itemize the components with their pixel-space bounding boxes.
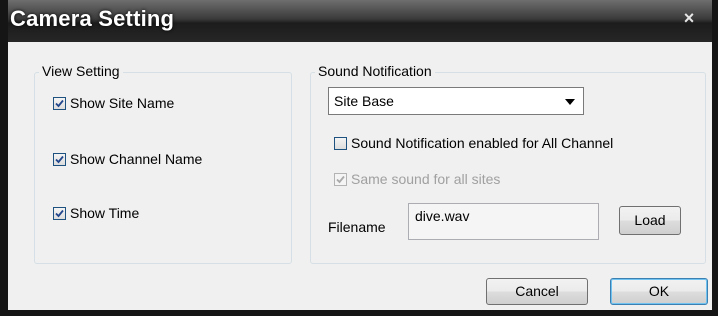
show-site-name-label: Show Site Name	[70, 95, 175, 111]
window-frame-bottom	[0, 310, 718, 316]
ok-button[interactable]: OK	[610, 278, 708, 305]
dialog-title: Camera Setting	[10, 6, 175, 31]
filename-field[interactable]: dive.wav	[408, 203, 599, 240]
filename-label: Filename	[328, 219, 386, 235]
show-channel-name-checkbox[interactable]	[53, 152, 66, 166]
all-channel-label: Sound Notification enabled for All Chann…	[351, 135, 614, 151]
chevron-down-icon[interactable]	[565, 99, 575, 105]
same-sound-option[interactable]: Same sound for all sites	[334, 171, 500, 187]
all-channel-checkbox[interactable]	[334, 136, 347, 150]
window-frame-left	[0, 0, 8, 316]
checkmark-icon	[55, 155, 64, 163]
notification-mode-select[interactable]: Site Base	[328, 87, 584, 115]
checkmark-icon	[55, 99, 64, 107]
cancel-button[interactable]: Cancel	[486, 278, 588, 305]
window-frame-right	[712, 0, 718, 316]
load-button[interactable]: Load	[619, 206, 681, 235]
show-time-option[interactable]: Show Time	[53, 205, 139, 221]
load-button-label: Load	[634, 212, 666, 228]
all-channel-option[interactable]: Sound Notification enabled for All Chann…	[334, 135, 613, 151]
show-time-checkbox[interactable]	[53, 206, 66, 220]
show-channel-name-option[interactable]: Show Channel Name	[53, 151, 202, 167]
show-site-name-checkbox[interactable]	[53, 96, 66, 110]
camera-setting-dialog: Camera Setting × View Setting Show Site …	[0, 0, 718, 316]
same-sound-checkbox[interactable]	[334, 172, 347, 186]
same-sound-label: Same sound for all sites	[351, 171, 501, 187]
view-setting-group: View Setting Show Site Name Show Channel…	[34, 63, 292, 264]
filename-value: dive.wav	[415, 208, 470, 224]
show-site-name-option[interactable]: Show Site Name	[53, 95, 174, 111]
show-channel-name-label: Show Channel Name	[70, 151, 203, 167]
checkmark-icon	[55, 209, 64, 217]
close-icon[interactable]: ×	[674, 6, 704, 30]
dialog-client-area: View Setting Show Site Name Show Channel…	[8, 42, 712, 310]
cancel-button-label: Cancel	[515, 283, 559, 299]
sound-notification-legend: Sound Notification	[315, 63, 435, 79]
view-setting-legend: View Setting	[39, 63, 123, 79]
ok-button-label: OK	[648, 283, 670, 299]
show-time-label: Show Time	[70, 205, 140, 221]
checkmark-icon	[336, 175, 345, 183]
sound-notification-group: Sound Notification Site Base Sound Notif…	[310, 63, 706, 264]
notification-mode-value: Site Base	[334, 93, 394, 109]
title-bar[interactable]: Camera Setting ×	[0, 0, 718, 42]
